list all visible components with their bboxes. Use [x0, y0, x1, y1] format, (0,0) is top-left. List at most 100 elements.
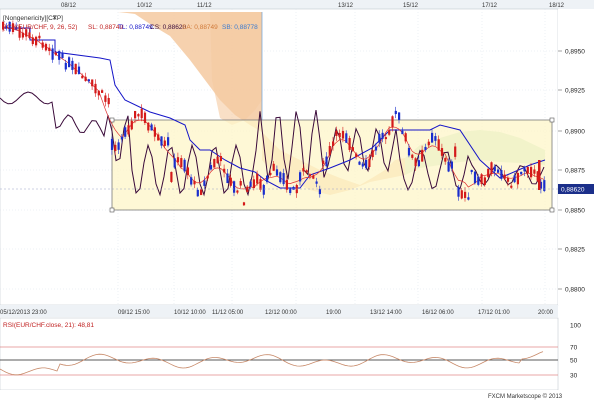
candle-body [407, 147, 411, 156]
candle-body [183, 159, 186, 172]
price-axis-label: 0,8825 [565, 247, 585, 254]
candle-body [427, 141, 430, 146]
candle-body [167, 137, 170, 146]
candle-body [229, 177, 232, 186]
candle-body [464, 191, 467, 198]
candle-body [203, 180, 206, 186]
candle-body [302, 168, 305, 172]
candle-body [516, 172, 519, 185]
candle-body [510, 185, 513, 188]
ichimoku-sb: SB: 0,88778 [222, 24, 258, 31]
candle-body [147, 122, 150, 131]
candle-body [401, 130, 404, 135]
candle-body [68, 57, 71, 68]
candle-body [374, 146, 378, 151]
candle-body [137, 114, 140, 117]
candle-body [305, 170, 308, 173]
candle-body [355, 153, 358, 158]
candle-body [157, 134, 160, 141]
candle-body [180, 158, 183, 168]
current-price-label: 0,88620 [561, 187, 585, 194]
candle-body [259, 179, 262, 190]
candle-body [454, 146, 457, 157]
candle-body [163, 140, 166, 146]
price-axis-label: 0,8925 [565, 88, 585, 95]
top-date-strip [0, 0, 594, 9]
candle-body [477, 176, 480, 185]
candle-body [345, 133, 348, 143]
candle-body [71, 60, 74, 70]
candle-body [186, 167, 189, 176]
candle-body [315, 181, 318, 184]
candle-body [256, 173, 259, 184]
rectangle-handle-bottom-left[interactable] [109, 207, 115, 213]
candle-body [246, 186, 249, 192]
candle-body [394, 110, 397, 115]
footer-copyright: FXCM Marketscope © 2013 [488, 393, 563, 400]
time-axis-label: 13/12 14:00 [370, 310, 402, 316]
time-axis-label: 12/12 00:00 [265, 310, 297, 316]
rsi-axis-label: 30 [570, 373, 578, 380]
candle-body [219, 156, 222, 162]
candle-body [388, 130, 391, 135]
rsi-header: RSI(EUR/CHF.close, 21): 48,81 [3, 322, 94, 329]
candle-body [460, 190, 463, 199]
candle-body [322, 160, 325, 164]
candle-body [200, 189, 203, 195]
candle-body [58, 51, 61, 60]
candle-body [54, 52, 57, 55]
candle-body [269, 172, 272, 175]
ichimoku-tl: TL: 0,88749 [118, 24, 153, 31]
candle-body [470, 169, 473, 173]
rectangle-handle-top-right[interactable] [549, 117, 555, 123]
candle-body [51, 48, 54, 60]
time-axis-label: 19:00 [326, 310, 342, 316]
top-date-label: 18/12 [549, 3, 565, 9]
candle-body [41, 42, 44, 48]
candle-body [81, 75, 84, 79]
candle-body [543, 180, 546, 191]
candle-body [526, 166, 529, 174]
close-icon[interactable]: ✕ [52, 15, 57, 22]
candle-body [213, 158, 216, 168]
candle-body [160, 136, 163, 146]
candle-body [74, 63, 77, 75]
candle-body [279, 172, 282, 183]
top-date-label: 11/12 [197, 3, 212, 9]
candle-body [299, 172, 302, 182]
top-date-label: 08/12 [61, 3, 77, 9]
candle-body [35, 36, 38, 46]
candle-body [61, 52, 64, 59]
candle-body [216, 156, 219, 164]
price-chart[interactable]: 08/12 10/12 11/12 13/12 15/12 17/12 18/12 [Non… [0, 0, 594, 400]
candle-body [497, 169, 500, 173]
chart-window: 08/12 10/12 11/12 13/12 15/12 17/12 18/12 [Non… [0, 0, 594, 400]
candle-body [275, 169, 279, 176]
candle-body [97, 90, 100, 96]
candle-body [94, 83, 97, 94]
candle-body [493, 166, 496, 172]
candle-body [127, 125, 130, 135]
time-axis-label: 10/12 10:00 [174, 310, 206, 316]
candle-body [193, 180, 196, 185]
candle-body [338, 132, 341, 138]
candle-body [440, 148, 444, 156]
candle-body [351, 147, 354, 151]
time-axis-label: 20:00 [538, 310, 554, 316]
candle-body [348, 138, 351, 150]
candle-body [457, 186, 460, 197]
candle-body [28, 32, 31, 38]
candle-body [487, 168, 490, 177]
candle-body [266, 175, 269, 183]
rectangle-handle-bottom-right[interactable] [549, 207, 555, 213]
candle-body [48, 47, 51, 51]
candle-body [444, 158, 447, 162]
candle-body [285, 179, 288, 190]
candle-body [120, 136, 123, 140]
candle-body [176, 157, 180, 163]
candle-body [101, 90, 104, 93]
price-axis-label: 0,8800 [565, 287, 585, 294]
candle-body [143, 112, 147, 123]
candle-body [450, 161, 453, 169]
candle-body [341, 130, 345, 139]
